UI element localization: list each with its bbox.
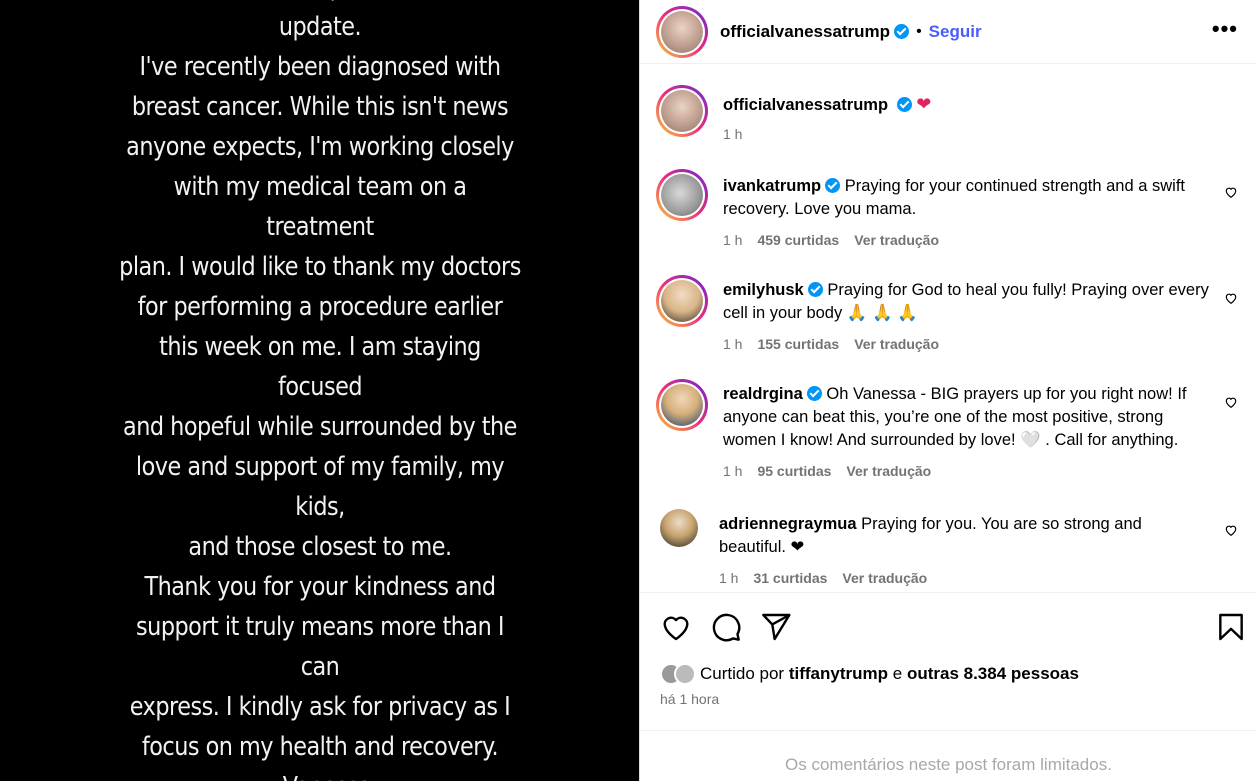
comment-username[interactable]: realdrgina [723,385,803,403]
post-media[interactable]: I want to share a personal health update… [0,0,639,781]
translate-link[interactable]: Ver tradução [846,460,931,483]
caption-avatar-image [661,90,703,132]
comment-likes[interactable]: 95 curtidas [757,460,831,483]
comment-avatar-image [661,384,703,426]
liker-username[interactable]: tiffanytrump [789,664,888,684]
liker-avatar [674,663,696,685]
verified-icon [806,386,822,401]
comment-row: realdrgina Oh Vanessa - BIG prayers up f… [656,379,1246,483]
caption-username[interactable]: officialvanessatrump [723,96,888,114]
comment-icon[interactable] [710,611,742,643]
translate-link[interactable]: Ver tradução [854,333,939,356]
comment-username[interactable]: ivankatrump [723,177,821,195]
comment-username[interactable]: adriennegraymua [719,515,857,533]
like-comment-heart-icon[interactable] [1224,185,1238,199]
comment-time[interactable]: 1 h [723,229,742,252]
translate-link[interactable]: Ver tradução [842,567,927,590]
comment-avatar-image [661,280,703,322]
follow-button[interactable]: Seguir [929,22,982,42]
comment-row: emilyhusk Praying for God to heal you fu… [656,275,1246,356]
comment-time[interactable]: 1 h [719,567,738,590]
likes-conj: e [892,664,903,683]
comment-likes[interactable]: 155 curtidas [757,333,839,356]
author-avatar[interactable] [656,5,708,58]
caption-time[interactable]: 1 h [723,123,742,146]
comments-list[interactable]: officialvanessatrump ❤ 1 h ivankatrump P… [640,65,1256,592]
like-heart-icon[interactable] [660,611,692,643]
comment-avatar-image [661,174,703,216]
story-text: I want to share a personal health update… [118,0,521,781]
comment-likes[interactable]: 31 curtidas [753,567,827,590]
comment-avatar[interactable] [656,275,708,327]
comment-username[interactable]: emilyhusk [723,281,804,299]
author-avatar-image [661,10,703,53]
save-bookmark-icon[interactable] [1215,611,1247,643]
share-icon[interactable] [760,611,792,643]
translate-link[interactable]: Ver tradução [854,229,939,252]
author-username[interactable]: officialvanessatrump [720,22,890,42]
caption-row: officialvanessatrump ❤ 1 h [656,85,1246,146]
post-actions: Curtido por tiffanytrump e outras 8.384 … [640,592,1256,730]
like-comment-heart-icon[interactable] [1224,291,1238,305]
likes-summary: Curtido por tiffanytrump e outras 8.384 … [660,663,1079,685]
verified-icon [825,178,841,193]
verified-icon [807,282,823,297]
comments-limited-notice: Os comentários neste post foram limitado… [640,730,1256,781]
comment-row: adriennegraymua Praying for you. You are… [656,509,1246,590]
comment-avatar[interactable] [660,509,698,547]
comment-avatar[interactable] [656,169,708,221]
comment-likes[interactable]: 459 curtidas [757,229,839,252]
more-options-icon[interactable]: ••• [1212,16,1238,42]
caption-avatar[interactable] [656,85,708,137]
header-separator: • [916,22,922,40]
post-header: officialvanessatrump • Seguir ••• [640,0,1256,64]
like-comment-heart-icon[interactable] [1224,523,1238,537]
verified-icon [894,24,910,39]
likes-others[interactable]: outras 8.384 pessoas [907,664,1079,684]
heart-emoji: ❤ [916,94,932,114]
likes-prefix: Curtido por [700,664,785,683]
post-panel: officialvanessatrump • Seguir ••• offici… [639,0,1256,781]
comment-time[interactable]: 1 h [723,333,742,356]
comment-time[interactable]: 1 h [723,460,742,483]
post-time[interactable]: há 1 hora [660,691,719,707]
comment-avatar[interactable] [656,379,708,431]
comment-row: ivankatrump Praying for your continued s… [656,169,1246,252]
like-comment-heart-icon[interactable] [1224,395,1238,409]
verified-icon [896,97,912,112]
